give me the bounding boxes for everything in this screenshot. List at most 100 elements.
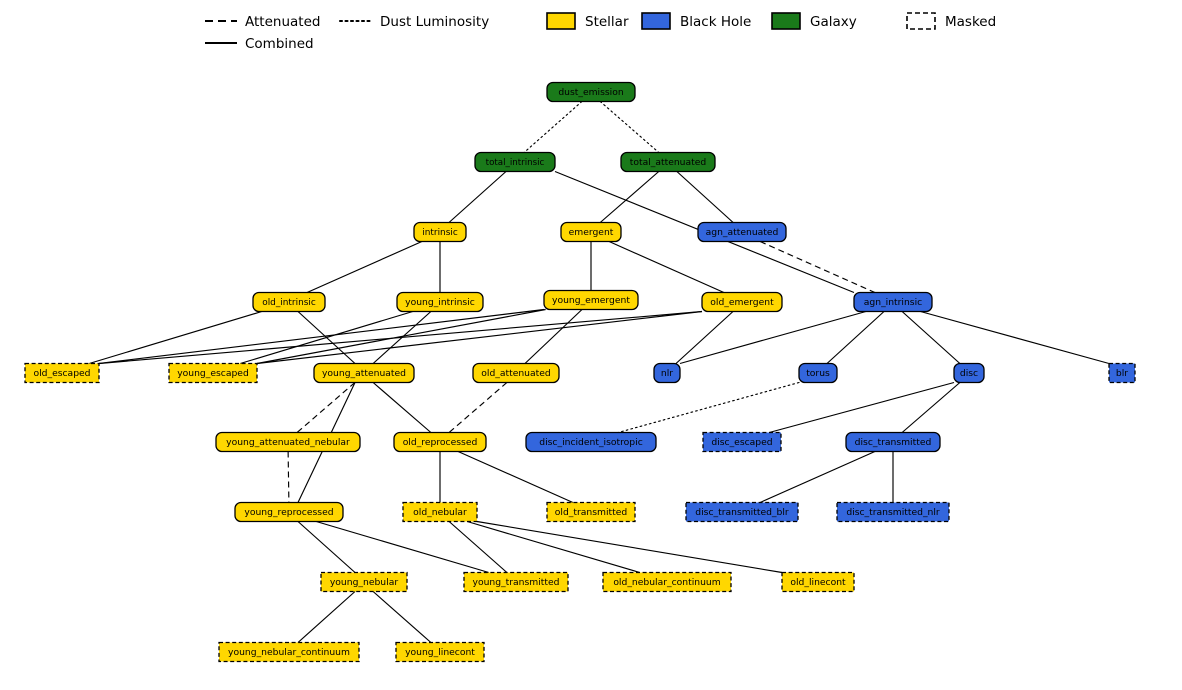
edge-disc_transmitted-to-disc_transmitted_blr xyxy=(759,450,876,504)
edge-young_attenuated_nebular-to-young_reprocessed xyxy=(287,451,290,503)
node-label: young_emergent xyxy=(552,295,630,306)
node-disc_incident_isotropic[interactable]: disc_incident_isotropic xyxy=(525,431,657,453)
legend-label-dust-luminosity: Dust Luminosity xyxy=(380,14,489,30)
node-label: old_nebular_continuum xyxy=(613,577,720,588)
legend: Attenuated Dust Luminosity Stellar Black Ho… xyxy=(205,12,996,52)
edge-old_intrinsic-to-old_escaped xyxy=(89,310,262,365)
edge-dust_emission-to-total_intrinsic xyxy=(523,100,583,154)
node-total_attenuated[interactable]: total_attenuated xyxy=(620,151,716,173)
edge-agn_intrinsic-to-nlr xyxy=(679,310,867,365)
node-label: disc_incident_isotropic xyxy=(539,437,643,448)
node-old_nebular[interactable]: old_nebular xyxy=(402,501,478,523)
edge-agn_attenuated-to-agn_intrinsic xyxy=(759,240,876,294)
node-label: young_nebular_continuum xyxy=(228,647,350,658)
edge-old_nebular-to-old_linecont xyxy=(476,520,783,574)
node-label: nlr xyxy=(661,368,673,379)
node-young_transmitted[interactable]: young_transmitted xyxy=(463,571,569,593)
node-agn_attenuated[interactable]: agn_attenuated xyxy=(697,221,787,243)
edge-agn_intrinsic-to-disc xyxy=(901,311,961,364)
edge-old_reprocessed-to-old_transmitted xyxy=(457,450,574,504)
node-label: intrinsic xyxy=(422,228,458,238)
node-layer: dust_emission total_intrinsic total_attenu… xyxy=(24,81,1136,663)
node-disc_transmitted[interactable]: disc_transmitted xyxy=(845,431,941,453)
edge-old_nebular-to-young_transmitted xyxy=(448,521,508,573)
legend-item-combined: Combined xyxy=(205,36,314,52)
node-label: young_attenuated_nebular xyxy=(226,437,350,448)
node-emergent[interactable]: emergent xyxy=(560,221,622,243)
edge-young_emergent-to-old_attenuated xyxy=(524,309,583,364)
edge-young_nebular-to-young_linecont xyxy=(372,591,432,643)
node-old_attenuated[interactable]: old_attenuated xyxy=(472,362,560,384)
diagram-canvas: Attenuated Dust Luminosity Stellar Black Ho… xyxy=(0,0,1182,690)
edge-young_nebular-to-young_nebular_continuum xyxy=(297,591,356,643)
node-old_emergent[interactable]: old_emergent xyxy=(701,291,783,313)
node-dust_emission[interactable]: dust_emission xyxy=(546,81,636,103)
node-label: old_linecont xyxy=(790,577,846,588)
legend-label-stellar: Stellar xyxy=(585,14,629,30)
edge-total_intrinsic-to-intrinsic xyxy=(448,171,507,223)
node-intrinsic[interactable]: intrinsic xyxy=(413,221,467,243)
node-young_reprocessed[interactable]: young_reprocessed xyxy=(234,501,344,523)
node-label: total_intrinsic xyxy=(486,158,545,168)
node-young_nebular_continuum[interactable]: young_nebular_continuum xyxy=(218,641,360,663)
legend-item-attenuated: Attenuated xyxy=(205,14,320,30)
node-label: disc_transmitted_nlr xyxy=(846,507,940,518)
node-torus[interactable]: torus xyxy=(798,362,838,384)
edge-disc-to-disc_escaped xyxy=(769,381,955,434)
node-old_linecont[interactable]: old_linecont xyxy=(781,571,855,593)
node-label: old_nebular xyxy=(413,507,467,518)
node-label: young_intrinsic xyxy=(405,297,475,308)
node-old_reprocessed[interactable]: old_reprocessed xyxy=(393,431,487,453)
edge-old_emergent-to-old_escaped xyxy=(98,310,703,365)
edge-emergent-to-old_emergent xyxy=(608,240,725,294)
node-old_escaped[interactable]: old_escaped xyxy=(24,362,100,384)
node-label: young_transmitted xyxy=(473,577,560,588)
legend-item-galaxy: Galaxy xyxy=(771,12,857,30)
edge-old_emergent-to-nlr xyxy=(675,311,734,364)
node-young_emergent[interactable]: young_emergent xyxy=(543,289,639,311)
node-blr[interactable]: blr xyxy=(1108,362,1136,384)
node-label: blr xyxy=(1116,368,1128,379)
node-disc_escaped[interactable]: disc_escaped xyxy=(702,431,782,453)
edge-intrinsic-to-old_intrinsic xyxy=(306,240,423,294)
legend-label-galaxy: Galaxy xyxy=(810,14,857,30)
node-label: young_nebular xyxy=(330,577,398,588)
node-old_transmitted[interactable]: old_transmitted xyxy=(546,501,636,523)
node-label: old_emergent xyxy=(710,297,774,308)
node-young_attenuated_nebular[interactable]: young_attenuated_nebular xyxy=(215,431,361,453)
edge-agn_intrinsic-to-blr xyxy=(920,310,1110,365)
node-disc[interactable]: disc xyxy=(953,362,985,384)
node-label: agn_attenuated xyxy=(706,227,779,238)
node-label: young_linecont xyxy=(405,647,475,658)
legend-swatch-galaxy xyxy=(771,12,801,30)
node-label: young_escaped xyxy=(177,368,249,379)
node-label: old_escaped xyxy=(33,368,90,379)
node-total_intrinsic[interactable]: total_intrinsic xyxy=(474,151,556,173)
edge-young_reprocessed-to-young_transmitted xyxy=(316,520,489,574)
node-label: disc_transmitted xyxy=(855,437,932,448)
node-nlr[interactable]: nlr xyxy=(653,362,681,384)
node-young_escaped[interactable]: young_escaped xyxy=(168,362,258,384)
node-agn_intrinsic[interactable]: agn_intrinsic xyxy=(853,291,933,313)
node-label: disc xyxy=(960,368,978,379)
legend-swatch-black-hole xyxy=(641,12,671,30)
legend-item-masked: Masked xyxy=(906,12,996,30)
node-label: torus xyxy=(806,368,830,379)
node-disc_transmitted_blr[interactable]: disc_transmitted_blr xyxy=(685,501,799,523)
node-label: agn_intrinsic xyxy=(864,297,922,308)
node-old_nebular_continuum[interactable]: old_nebular_continuum xyxy=(602,571,732,593)
legend-label-combined: Combined xyxy=(245,36,314,52)
node-young_intrinsic[interactable]: young_intrinsic xyxy=(396,291,484,313)
edge-total_attenuated-to-emergent xyxy=(599,171,660,223)
node-young_nebular[interactable]: young_nebular xyxy=(320,571,408,593)
node-disc_transmitted_nlr[interactable]: disc_transmitted_nlr xyxy=(836,501,950,523)
node-young_attenuated[interactable]: young_attenuated xyxy=(313,362,415,384)
edge-old_emergent-to-young_escaped xyxy=(256,310,703,365)
node-young_linecont[interactable]: young_linecont xyxy=(395,641,485,663)
node-label: old_attenuated xyxy=(481,368,550,379)
legend-label-black-hole: Black Hole xyxy=(680,14,751,30)
edge-dust_emission-to-total_attenuated xyxy=(599,100,660,154)
node-old_intrinsic[interactable]: old_intrinsic xyxy=(252,291,326,313)
legend-item-black-hole: Black Hole xyxy=(641,12,751,30)
node-label: young_reprocessed xyxy=(244,507,333,518)
